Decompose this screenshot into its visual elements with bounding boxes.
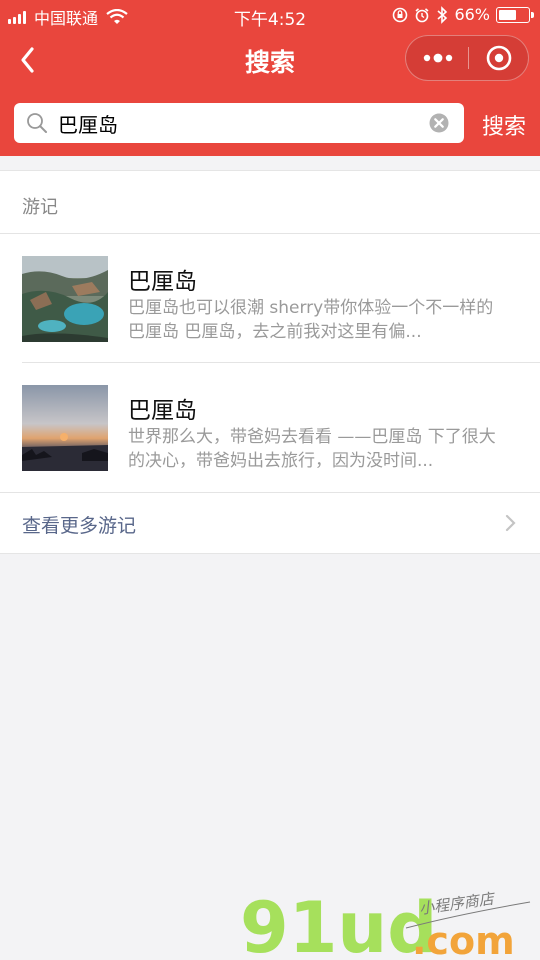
more-travelogues-link[interactable]: 查看更多游记 bbox=[0, 493, 540, 553]
battery-icon bbox=[496, 6, 534, 23]
more-button[interactable] bbox=[406, 36, 468, 80]
watermark-logo: 91ud .com 小程序商店 bbox=[240, 888, 531, 960]
watermark-dotcom: .com bbox=[412, 919, 515, 960]
chevron-right-icon bbox=[505, 514, 516, 532]
search-input[interactable] bbox=[58, 103, 418, 143]
section-title: 游记 bbox=[22, 197, 58, 218]
item-title: 巴厘岛 bbox=[128, 269, 197, 295]
more-dots-icon bbox=[423, 53, 453, 63]
alarm-icon bbox=[415, 7, 429, 22]
bluetooth-icon bbox=[437, 5, 448, 24]
clear-icon[interactable] bbox=[429, 113, 449, 133]
capsule-menu bbox=[405, 35, 529, 81]
thumbnail-image bbox=[22, 256, 108, 342]
close-miniprogram-button[interactable] bbox=[469, 36, 529, 80]
battery-fill bbox=[499, 9, 516, 20]
target-circle-icon bbox=[486, 45, 512, 71]
back-button[interactable] bbox=[10, 38, 50, 82]
search-icon bbox=[27, 113, 47, 133]
watermark-logo-text: 91ud bbox=[240, 888, 437, 960]
thumbnail-image bbox=[22, 385, 108, 471]
list-item[interactable]: 巴厘岛 巴厘岛也可以很潮 sherry带你体验一个不一样的巴厘岛 巴厘岛，去之前… bbox=[0, 234, 540, 362]
status-right: 66% bbox=[392, 5, 534, 24]
item-desc: 世界那么大，带爸妈去看看 ——巴厘岛 下了很大的决心，带爸妈出去旅行，因为没时间… bbox=[128, 427, 496, 471]
rotation-lock-icon bbox=[393, 7, 408, 22]
search-bar bbox=[14, 103, 464, 143]
header: 中国联通 下午4:52 66% 搜索 巴厘岛 搜索 bbox=[0, 0, 540, 156]
navbar: 搜索 bbox=[0, 30, 540, 90]
item-title: 巴厘岛 bbox=[128, 398, 197, 424]
list-item[interactable]: 巴厘岛 世界那么大，带爸妈去看看 ——巴厘岛 下了很大的决心，带爸妈出去旅行，因… bbox=[0, 363, 540, 491]
more-label: 查看更多游记 bbox=[22, 515, 137, 537]
item-desc: 巴厘岛也可以很潮 sherry带你体验一个不一样的巴厘岛 巴厘岛，去之前我对这里… bbox=[128, 298, 494, 342]
status-bar: 中国联通 下午4:52 66% bbox=[0, 0, 540, 30]
battery-percent: 66% bbox=[454, 5, 490, 24]
results-card: 游记 巴厘岛 巴厘岛也可以很潮 sherry带你体验一个不一样的巴厘岛 巴厘岛，… bbox=[0, 170, 540, 554]
search-button[interactable]: 搜索 bbox=[476, 109, 532, 140]
chevron-left-icon bbox=[21, 47, 34, 73]
